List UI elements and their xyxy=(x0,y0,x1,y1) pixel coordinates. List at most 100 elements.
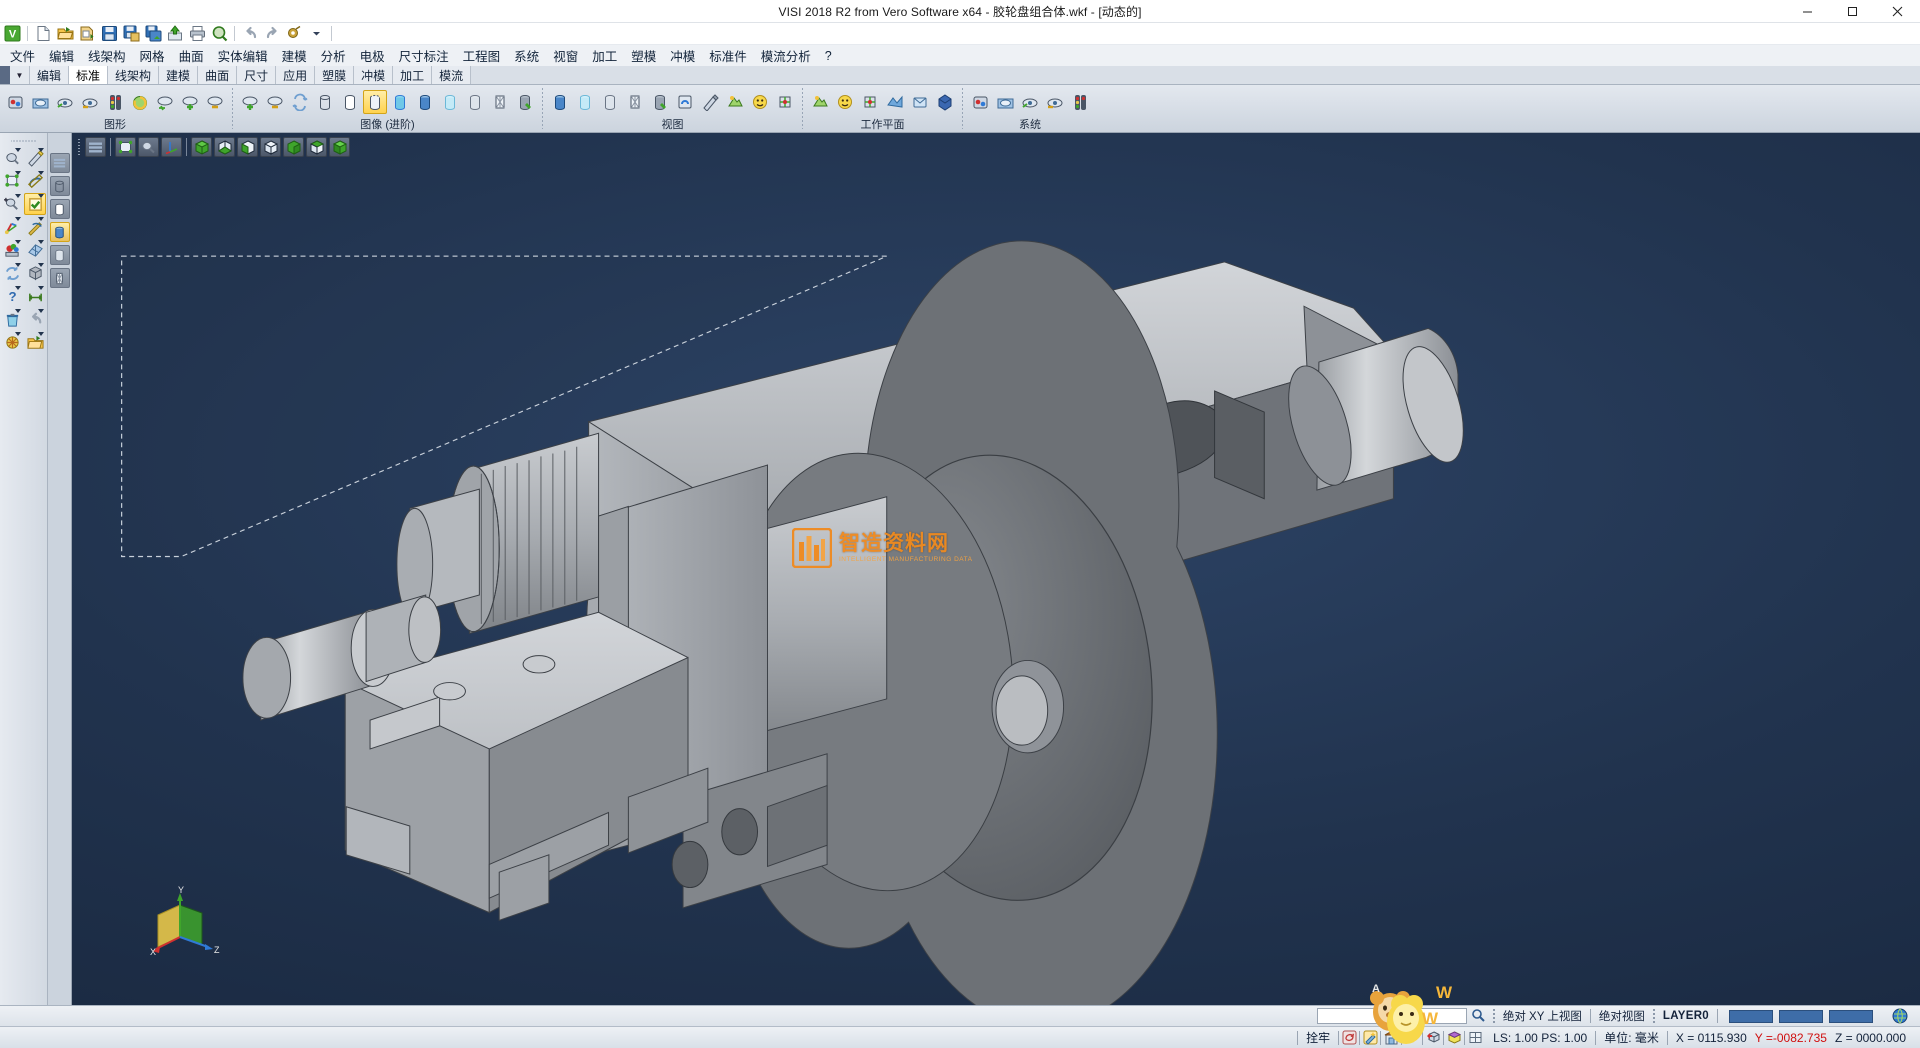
workplane-list-icon[interactable] xyxy=(858,90,882,114)
cylinder-wire-icon[interactable] xyxy=(50,176,70,196)
view-left-icon[interactable] xyxy=(283,137,304,157)
check-view-icon[interactable] xyxy=(698,90,722,114)
render-color-icon[interactable] xyxy=(3,90,27,114)
flyout-arrow-icon[interactable] xyxy=(15,263,21,267)
hidden-line-dashed-icon[interactable] xyxy=(313,90,337,114)
left-toolbar-grip[interactable] xyxy=(11,138,37,144)
shaded-ghost-icon[interactable] xyxy=(388,90,412,114)
menu-item-14[interactable]: 塑模 xyxy=(624,44,663,67)
toggle-visibility-icon[interactable] xyxy=(153,90,177,114)
menu-item-16[interactable]: 标准件 xyxy=(702,44,754,67)
flyout-arrow-icon[interactable] xyxy=(15,240,21,244)
undo-icon[interactable] xyxy=(240,24,260,44)
snap-box-icon[interactable] xyxy=(1444,1028,1464,1047)
mold-tools-icon[interactable] xyxy=(1,331,23,353)
ribbon-tab-0[interactable]: 编辑 xyxy=(30,66,69,84)
view-bottom-icon[interactable] xyxy=(329,137,350,157)
snap-solid-icon[interactable] xyxy=(1423,1028,1443,1047)
cad-viewport[interactable]: 属性/过滤器 xyxy=(72,133,1920,1005)
section-view-icon[interactable] xyxy=(648,90,672,114)
minimize-button[interactable] xyxy=(1785,0,1830,23)
color-chip-3[interactable] xyxy=(1829,1010,1873,1023)
color-chip-1[interactable] xyxy=(1729,1010,1773,1023)
traffic-light-icon[interactable] xyxy=(103,90,127,114)
draw-arc-icon[interactable] xyxy=(24,170,46,192)
flyout-arrow-icon[interactable] xyxy=(38,286,44,290)
solid-box-icon[interactable] xyxy=(24,262,46,284)
mesh-shade-icon[interactable] xyxy=(438,90,462,114)
transparent-view-icon[interactable] xyxy=(723,90,747,114)
menu-item-15[interactable]: 冲模 xyxy=(663,44,702,67)
print-preview-icon[interactable] xyxy=(209,24,229,44)
view-front-icon[interactable] xyxy=(237,137,258,157)
select-check-icon[interactable] xyxy=(24,193,46,215)
menu-item-7[interactable]: 分析 xyxy=(314,44,353,67)
flat-shade-icon[interactable] xyxy=(413,90,437,114)
cylinder-hidden-icon[interactable] xyxy=(50,199,70,219)
snap-grid-icon[interactable] xyxy=(1465,1028,1485,1047)
cylinder-shaded-icon[interactable] xyxy=(50,222,70,242)
workplane-define-icon[interactable] xyxy=(808,90,832,114)
view-toolbar-grip[interactable] xyxy=(76,137,83,157)
settings-icon[interactable] xyxy=(284,24,304,44)
zoom-fit-icon[interactable] xyxy=(1,170,23,192)
menu-item-4[interactable]: 曲面 xyxy=(172,44,211,67)
menu-item-17[interactable]: 模流分析 xyxy=(754,44,818,67)
flyout-arrow-icon[interactable] xyxy=(38,194,44,198)
flyout-arrow-icon[interactable] xyxy=(15,332,21,336)
add-visible-icon[interactable] xyxy=(178,90,202,114)
print-icon[interactable] xyxy=(187,24,207,44)
globe-icon[interactable] xyxy=(1884,1006,1916,1026)
dynamic-view-icon[interactable] xyxy=(548,90,572,114)
cylinder-ghost-icon[interactable] xyxy=(50,245,70,265)
flyout-arrow-icon[interactable] xyxy=(38,171,44,175)
system-config-icon[interactable] xyxy=(968,90,992,114)
flyout-arrow-icon[interactable] xyxy=(38,240,44,244)
delete-icon[interactable] xyxy=(1,308,23,330)
save-icon[interactable] xyxy=(99,24,119,44)
hide-entity-icon[interactable] xyxy=(78,90,102,114)
view-axis-icon[interactable] xyxy=(161,137,182,157)
flyout-arrow-icon[interactable] xyxy=(15,171,21,175)
snap-label[interactable]: 拴牢 xyxy=(1298,1027,1338,1048)
status-view-plane[interactable]: 绝对 XY 上视图 xyxy=(1495,1006,1590,1026)
menu-item-5[interactable]: 实体编辑 xyxy=(211,44,275,67)
render-quality-icon[interactable] xyxy=(463,90,487,114)
flyout-arrow-icon[interactable] xyxy=(15,217,21,221)
workplane-origin-icon[interactable] xyxy=(883,90,907,114)
clear-render-icon[interactable] xyxy=(513,90,537,114)
color-palette-icon[interactable] xyxy=(1,239,23,261)
open-folder-icon[interactable] xyxy=(24,331,46,353)
flyout-arrow-icon[interactable] xyxy=(15,194,21,198)
regen-icon[interactable] xyxy=(1,262,23,284)
snap-help-icon[interactable]: ? xyxy=(1402,1028,1422,1047)
ribbon-tab-2[interactable]: 线架构 xyxy=(108,66,159,84)
ribbon-tab-7[interactable]: 塑膜 xyxy=(315,66,354,84)
lights-icon[interactable] xyxy=(573,90,597,114)
regenerate-icon[interactable] xyxy=(238,90,262,114)
system-db-icon[interactable] xyxy=(1068,90,1092,114)
perspective-icon[interactable] xyxy=(748,90,772,114)
menu-item-2[interactable]: 线架构 xyxy=(81,44,133,67)
workplane-info-icon[interactable] xyxy=(933,90,957,114)
menu-item-6[interactable]: 建模 xyxy=(275,44,314,67)
view-list-icon[interactable] xyxy=(85,137,106,157)
menu-item-11[interactable]: 系统 xyxy=(507,44,546,67)
draw-line-icon[interactable] xyxy=(24,147,46,169)
hidden-line-icon[interactable] xyxy=(288,90,312,114)
rotate-view-icon[interactable] xyxy=(598,90,622,114)
system-tools-icon[interactable] xyxy=(993,90,1017,114)
view-fit-icon[interactable] xyxy=(115,137,136,157)
ribbon-tab-6[interactable]: 应用 xyxy=(276,66,315,84)
flyout-arrow-icon[interactable] xyxy=(38,263,44,267)
menu-item-13[interactable]: 加工 xyxy=(585,44,624,67)
menu-item-10[interactable]: 工程图 xyxy=(456,44,508,67)
menu-item-0[interactable]: 文件 xyxy=(3,44,42,67)
new-file-icon[interactable] xyxy=(33,24,53,44)
flyout-arrow-icon[interactable] xyxy=(15,148,21,152)
flyout-arrow-icon[interactable] xyxy=(15,309,21,313)
menu-item-9[interactable]: 尺寸标注 xyxy=(392,44,456,67)
color-chip-2[interactable] xyxy=(1779,1010,1823,1023)
open-file-icon[interactable] xyxy=(55,24,75,44)
remove-visible-icon[interactable] xyxy=(203,90,227,114)
